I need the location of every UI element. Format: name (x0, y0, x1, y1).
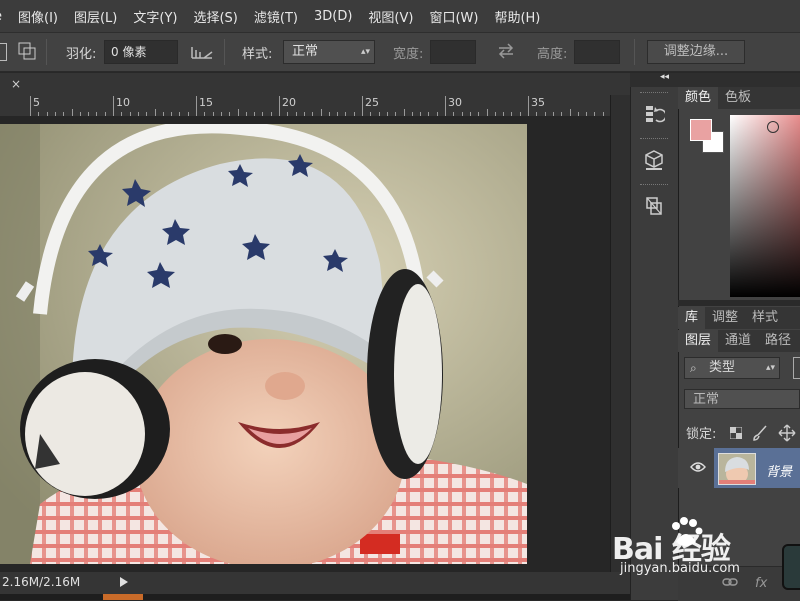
tab-libraries[interactable]: 库 (678, 307, 706, 329)
pixel-filter-icon[interactable] (793, 357, 800, 379)
document-size-status: 2.16M/2.16M (2, 575, 81, 589)
search-icon: ⌕ (690, 361, 697, 375)
tab-channels[interactable]: 通道 (718, 330, 758, 352)
horizontal-ruler (0, 95, 610, 117)
menu-bar: e 图像(I) 图层(L) 文字(Y) 选择(S) 滤镜(T) 3D(D) 视图… (0, 0, 800, 32)
refine-edge-button[interactable]: 调整边缘... (647, 40, 745, 64)
divider (46, 39, 47, 65)
corner-widget[interactable] (782, 544, 800, 590)
status-menu-arrow-icon[interactable] (120, 577, 128, 587)
lock-move-icon[interactable] (778, 424, 796, 446)
divider (634, 39, 635, 65)
lock-label: 锁定: (686, 427, 717, 442)
menu-help[interactable]: 帮助(H) (486, 7, 548, 26)
photo-baby-with-headphones[interactable] (0, 124, 527, 564)
3d-object-icon[interactable] (638, 146, 670, 174)
library-panel-tabs: 库 调整 样式 (678, 307, 800, 329)
menu-view[interactable]: 视图(V) (360, 7, 421, 26)
tab-adjustments[interactable]: 调整 (705, 307, 745, 329)
history-icon[interactable] (638, 100, 670, 128)
updown-arrow-icon: ▴▾ (765, 363, 775, 373)
divider (224, 39, 225, 65)
bottom-strip (0, 594, 630, 600)
menu-3d[interactable]: 3D(D) (306, 9, 360, 24)
lock-brush-icon[interactable] (752, 425, 768, 445)
panel-divider (678, 300, 800, 306)
watermark-url: jingyan.baidu.com (620, 561, 740, 576)
menu-type[interactable]: 文字(Y) (125, 7, 185, 26)
menu-filter[interactable]: 滤镜(T) (246, 7, 306, 26)
width-label: 宽度: (393, 47, 424, 62)
vertical-scrollbar[interactable] (610, 95, 631, 572)
height-label: 高度: (537, 47, 568, 62)
layer-name[interactable]: 背景 (766, 461, 792, 480)
close-document-icon[interactable]: × (8, 76, 24, 92)
collapse-dock-icon[interactable]: ◂◂ (660, 72, 669, 82)
dock-grip[interactable] (640, 138, 668, 142)
lock-transparent-icon[interactable] (729, 426, 743, 443)
link-layers-icon[interactable] (722, 576, 738, 592)
style-label: 样式: (242, 47, 273, 62)
foreground-color-swatch-top[interactable] (690, 119, 712, 141)
tab-layers[interactable]: 图层 (678, 330, 719, 352)
height-input[interactable] (574, 40, 620, 64)
dock-grip[interactable] (640, 184, 668, 188)
feather-input[interactable]: 0 像素 (104, 40, 178, 64)
tab-paths[interactable]: 路径 (758, 330, 798, 352)
layer-kind-filter[interactable]: ⌕ 类型 ▴▾ (684, 357, 780, 379)
layer-thumbnail[interactable] (718, 453, 756, 485)
blend-mode-select[interactable]: 正常 (684, 389, 800, 409)
dock-header: ◂◂ (630, 72, 678, 87)
color-picker-field[interactable] (730, 115, 800, 297)
menu-window[interactable]: 窗口(W) (421, 7, 486, 26)
dock-grip[interactable] (640, 92, 668, 96)
bottom-scroll-thumb[interactable] (103, 594, 143, 600)
style-value: 正常 (292, 44, 319, 59)
document-tab-strip (0, 73, 630, 95)
width-input[interactable] (430, 40, 476, 64)
menu-image[interactable]: 图像(I) (10, 7, 66, 26)
menu-select[interactable]: 选择(S) (185, 7, 245, 26)
status-bar (0, 572, 630, 594)
selection-mode-icon[interactable] (0, 43, 7, 61)
color-panel-tabs: 颜色 色板 (678, 87, 800, 109)
style-select[interactable]: 正常 ▴▾ (283, 40, 375, 64)
visibility-eye-icon[interactable] (690, 461, 706, 477)
menu-edit[interactable]: e (0, 9, 10, 24)
panels-header (678, 73, 800, 87)
swap-icon[interactable] (496, 42, 516, 64)
color-picker-cursor[interactable] (767, 121, 779, 133)
kind-filter-value: 类型 (709, 360, 736, 375)
tab-styles[interactable]: 样式 (745, 307, 785, 329)
tab-color[interactable]: 颜色 (678, 87, 719, 109)
anti-alias-icon[interactable] (190, 44, 214, 64)
menu-layer[interactable]: 图层(L) (66, 7, 125, 26)
feather-label: 羽化: (66, 47, 97, 62)
fx-icon[interactable]: fx (755, 576, 767, 591)
paw-icon (668, 516, 704, 556)
updown-arrow-icon: ▴▾ (360, 47, 370, 57)
layers-panel-tabs: 图层 通道 路径 (678, 330, 800, 352)
tab-swatches[interactable]: 色板 (718, 87, 758, 109)
intersect-selection-icon[interactable] (18, 42, 36, 64)
layer-comps-icon[interactable] (638, 192, 670, 220)
